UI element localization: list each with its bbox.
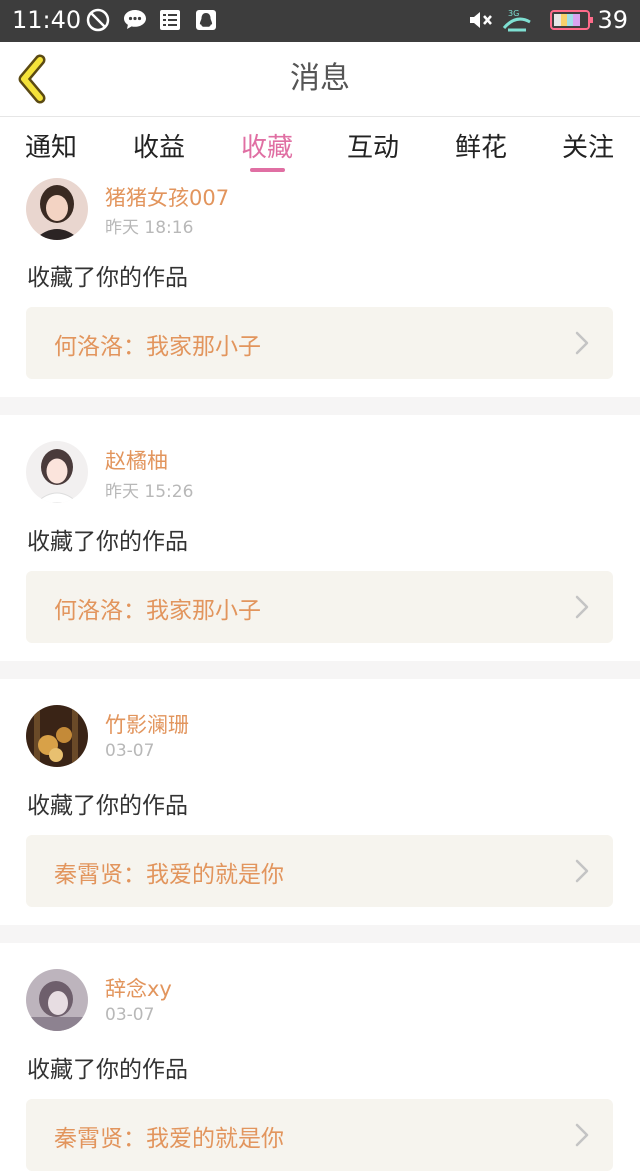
chat-bubble-icon	[124, 10, 146, 29]
work-title: 秦霄贤：我爱的就是你	[54, 862, 284, 888]
chevron-right-icon	[575, 331, 589, 355]
divider	[0, 661, 640, 679]
work-link[interactable]: 何洛洛：我家那小子	[26, 307, 613, 379]
mute-icon	[470, 12, 492, 28]
chevron-right-icon	[575, 1123, 589, 1147]
avatar[interactable]	[26, 441, 88, 503]
battery-level: 39	[597, 6, 628, 34]
tab-bar: 通知 收益 收藏 互动 鲜花 关注	[0, 117, 640, 175]
work-title: 何洛洛：我家那小子	[54, 334, 261, 360]
do-not-disturb-icon	[86, 8, 110, 32]
network-label: 3G	[508, 9, 519, 18]
battery-icon	[550, 10, 593, 30]
username[interactable]: 竹影澜珊	[105, 709, 189, 739]
page-title: 消息	[290, 61, 350, 96]
list-item: 赵橘柚 昨天 15:26 收藏了你的作品 何洛洛：我家那小子	[0, 415, 640, 643]
chevron-right-icon	[575, 859, 589, 883]
chevron-right-icon	[575, 595, 589, 619]
app-header: 消息	[0, 42, 640, 117]
list-icon	[160, 10, 180, 30]
active-tab-indicator	[250, 168, 285, 172]
work-title: 秦霄贤：我爱的就是你	[54, 1126, 284, 1152]
status-bar: 11:40 3G 39	[0, 0, 640, 42]
timestamp: 昨天 15:26	[105, 482, 194, 502]
timestamp: 03-07	[105, 1005, 155, 1025]
signal-icon: 3G	[502, 9, 531, 32]
work-link[interactable]: 何洛洛：我家那小子	[26, 571, 613, 643]
tab-notifications[interactable]: 通知	[11, 127, 91, 164]
action-text: 收藏了你的作品	[27, 793, 188, 819]
list-item: 竹影澜珊 03-07 收藏了你的作品 秦霄贤：我爱的就是你	[0, 679, 640, 907]
work-link[interactable]: 秦霄贤：我爱的就是你	[26, 835, 613, 907]
list-item: 辞念xy 03-07 收藏了你的作品 秦霄贤：我爱的就是你	[0, 943, 640, 1171]
work-title: 何洛洛：我家那小子	[54, 598, 261, 624]
action-text: 收藏了你的作品	[27, 265, 188, 291]
work-link[interactable]: 秦霄贤：我爱的就是你	[26, 1099, 613, 1171]
timestamp: 昨天 18:16	[105, 218, 194, 238]
username[interactable]: 赵橘柚	[105, 445, 168, 475]
tab-flowers[interactable]: 鲜花	[441, 127, 521, 164]
divider	[0, 925, 640, 943]
tab-interactions[interactable]: 互动	[333, 127, 413, 164]
penguin-icon	[196, 10, 216, 30]
username[interactable]: 猪猪女孩007	[105, 182, 229, 212]
avatar[interactable]	[26, 178, 88, 240]
divider	[0, 397, 640, 415]
username[interactable]: 辞念xy	[105, 973, 172, 1003]
tab-following[interactable]: 关注	[548, 127, 628, 164]
tab-favorites[interactable]: 收藏	[227, 127, 307, 164]
list-item: 猪猪女孩007 昨天 18:16 收藏了你的作品 何洛洛：我家那小子	[0, 175, 640, 397]
timestamp: 03-07	[105, 741, 155, 761]
avatar[interactable]	[26, 969, 88, 1031]
avatar[interactable]	[26, 705, 88, 767]
action-text: 收藏了你的作品	[27, 1057, 188, 1083]
status-time: 11:40	[12, 6, 82, 34]
tab-earnings[interactable]: 收益	[119, 127, 199, 164]
action-text: 收藏了你的作品	[27, 529, 188, 555]
